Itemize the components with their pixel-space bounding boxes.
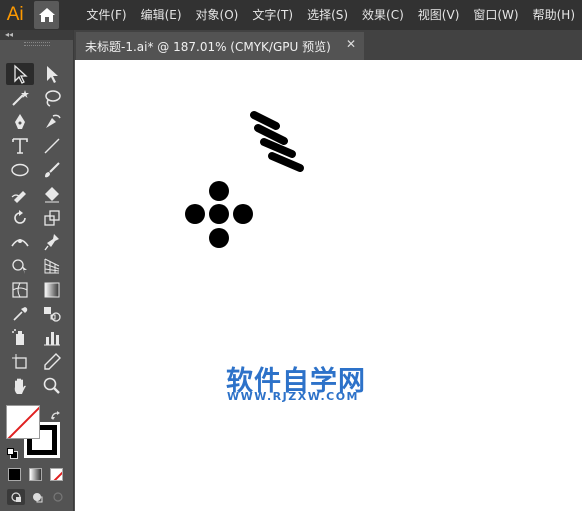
dots-cross-graphic[interactable]: [185, 181, 253, 248]
draw-behind-button[interactable]: [28, 489, 46, 505]
menu-select[interactable]: 选择(S): [300, 0, 355, 30]
eyedropper-tool-icon[interactable]: [6, 303, 34, 325]
menu-effect[interactable]: 效果(C): [355, 0, 411, 30]
default-fill-stroke-icon[interactable]: [7, 448, 18, 459]
type-tool-icon[interactable]: [6, 135, 34, 157]
perspective-grid-tool-icon[interactable]: [38, 255, 66, 277]
panel-grip[interactable]: [24, 42, 50, 46]
rotate-tool-icon[interactable]: [6, 207, 34, 229]
symbol-sprayer-tool-icon[interactable]: [6, 327, 34, 349]
draw-normal-button[interactable]: [7, 489, 25, 505]
home-icon: [38, 8, 55, 22]
watermark-url: WWW.RJZXW.COM: [227, 390, 359, 403]
curvature-tool-icon[interactable]: [38, 111, 66, 133]
scale-tool-icon[interactable]: [38, 207, 66, 229]
selection-tool-icon[interactable]: [6, 63, 34, 85]
angled-strokes-graphic[interactable]: [250, 111, 304, 172]
gradient-mode-button[interactable]: [29, 468, 42, 481]
tools-panel: ◂◂: [0, 30, 74, 511]
gradient-tool-icon[interactable]: [38, 279, 66, 301]
menu-object[interactable]: 对象(O): [189, 0, 246, 30]
paintbrush-tool-icon[interactable]: [38, 159, 66, 181]
menu-edit[interactable]: 编辑(E): [134, 0, 189, 30]
app-logo: Ai: [0, 0, 31, 30]
shaper-tool-icon[interactable]: [6, 183, 34, 205]
menu-items: 文件(F) 编辑(E) 对象(O) 文字(T) 选择(S) 效果(C) 视图(V…: [79, 0, 582, 30]
color-mode-button[interactable]: [8, 468, 21, 481]
collapse-panel-icon[interactable]: ◂◂: [5, 30, 13, 40]
artboard-tool-icon[interactable]: [6, 351, 34, 373]
document-tab-bar: 未标题-1.ai* @ 187.01% (CMYK/GPU 预览) ✕: [74, 30, 582, 60]
menu-view[interactable]: 视图(V): [411, 0, 467, 30]
tools-panel-header: ◂◂: [0, 30, 73, 40]
fill-swatch[interactable]: [6, 405, 40, 439]
draw-inside-button[interactable]: [49, 489, 67, 505]
line-segment-tool-icon[interactable]: [38, 135, 66, 157]
home-button[interactable]: [34, 1, 60, 29]
mesh-tool-icon[interactable]: [6, 279, 34, 301]
puppet-warp-tool-icon[interactable]: [38, 231, 66, 253]
lasso-tool-icon[interactable]: [38, 87, 66, 109]
eraser-tool-icon[interactable]: [38, 183, 66, 205]
blend-tool-icon[interactable]: [38, 303, 66, 325]
pen-tool-icon[interactable]: [6, 111, 34, 133]
menu-window[interactable]: 窗口(W): [466, 0, 525, 30]
direct-selection-tool-icon[interactable]: [38, 63, 66, 85]
menu-type[interactable]: 文字(T): [245, 0, 300, 30]
zoom-tool-icon[interactable]: [38, 375, 66, 397]
document-tab-title: 未标题-1.ai* @ 187.01% (CMYK/GPU 预览): [85, 39, 331, 54]
magic-wand-tool-icon[interactable]: [6, 87, 34, 109]
width-tool-icon[interactable]: [6, 231, 34, 253]
shape-builder-tool-icon[interactable]: [6, 255, 34, 277]
column-graph-tool-icon[interactable]: [38, 327, 66, 349]
none-mode-button[interactable]: [50, 468, 63, 481]
menu-file[interactable]: 文件(F): [79, 0, 133, 30]
menu-bar: Ai 文件(F) 编辑(E) 对象(O) 文字(T) 选择(S) 效果(C) 视…: [0, 0, 582, 30]
menu-help[interactable]: 帮助(H): [526, 0, 582, 30]
close-tab-icon[interactable]: ✕: [346, 37, 356, 51]
document-tab[interactable]: 未标题-1.ai* @ 187.01% (CMYK/GPU 预览) ✕: [76, 32, 364, 60]
hand-tool-icon[interactable]: [6, 375, 34, 397]
ellipse-tool-icon[interactable]: [6, 159, 34, 181]
artboard-canvas[interactable]: 软件自学网 WWW.RJZXW.COM: [75, 60, 582, 511]
slice-tool-icon[interactable]: [38, 351, 66, 373]
swap-fill-stroke-icon[interactable]: [50, 407, 64, 420]
